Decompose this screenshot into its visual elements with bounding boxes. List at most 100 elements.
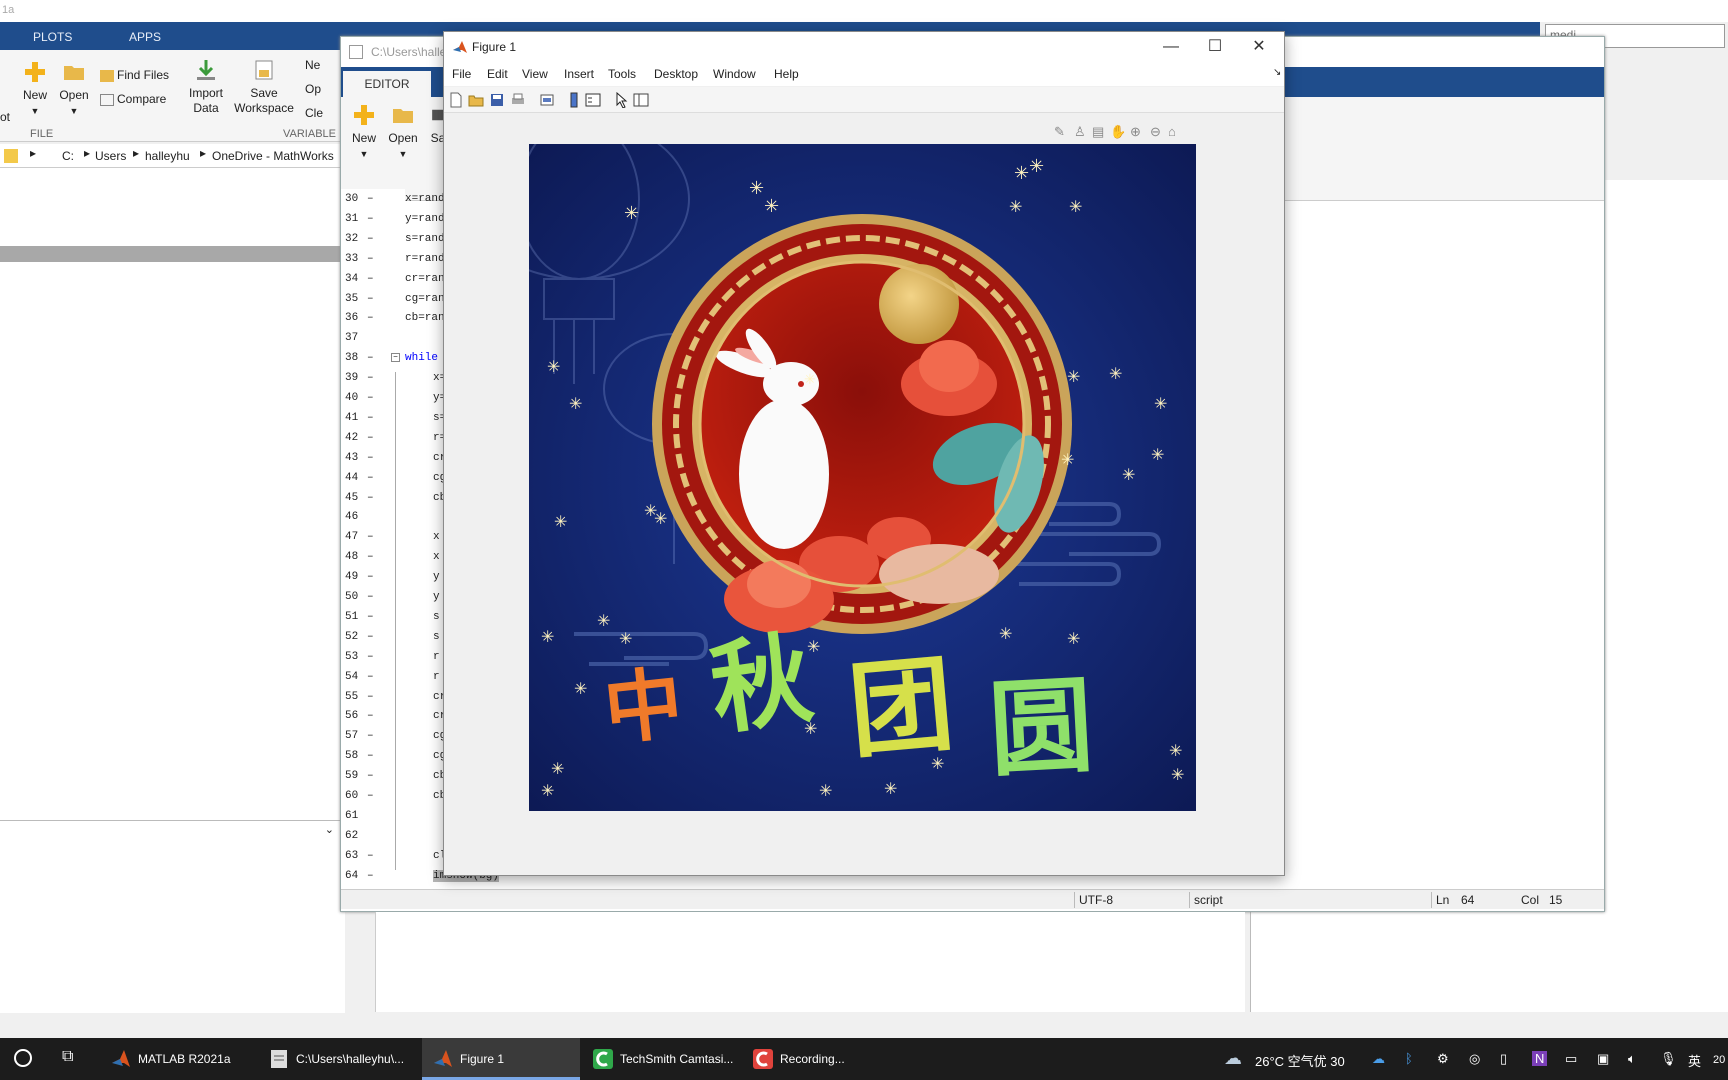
compare-button[interactable]: Compare (100, 92, 166, 107)
new-figure-icon[interactable] (448, 92, 464, 108)
taskbar-item-figure[interactable]: Figure 1 (422, 1038, 580, 1080)
breakpoint-dash[interactable]: – (367, 472, 374, 484)
open-button[interactable]: Open ▼ (56, 60, 92, 119)
tab-apps[interactable]: APPS (129, 30, 161, 44)
zoom-out-icon[interactable]: ⊖ (1150, 124, 1161, 140)
code-line[interactable]: x=rand (405, 193, 445, 205)
command-window-pane[interactable] (375, 912, 1245, 1012)
code-line[interactable]: y (433, 591, 440, 603)
editor-new-button[interactable]: New ▼ (347, 103, 381, 162)
chrome-icon[interactable]: ◎ (1469, 1051, 1480, 1067)
bluetooth-icon[interactable]: ᛒ (1405, 1051, 1413, 1066)
breakpoint-dash[interactable]: – (367, 412, 374, 424)
menu-insert[interactable]: Insert (564, 67, 594, 81)
breakpoint-dash[interactable]: – (367, 213, 374, 225)
breakpoint-dash[interactable]: – (367, 671, 374, 683)
code-line[interactable]: y=rand (405, 213, 445, 225)
path-segment[interactable]: Users (95, 149, 126, 163)
code-line[interactable]: s=rand (405, 233, 445, 245)
breakpoint-dash[interactable]: – (367, 551, 374, 563)
code-line[interactable]: r (433, 671, 440, 683)
breakpoint-dash[interactable]: – (367, 631, 374, 643)
figure-title-bar[interactable]: Figure 1 — ☐ ✕ (444, 32, 1284, 62)
close-icon[interactable]: ✕ (1244, 36, 1274, 58)
code-line[interactable]: cb=ran (405, 312, 445, 324)
breakpoint-dash[interactable]: – (367, 392, 374, 404)
data-tips-icon[interactable]: ♙ (1074, 124, 1086, 140)
zoom-in-icon[interactable]: ⊕ (1130, 124, 1141, 140)
editor-open-button[interactable]: Open ▼ (385, 103, 421, 162)
breakpoint-dash[interactable]: – (367, 352, 374, 364)
new-variable-button[interactable]: Ne (305, 58, 320, 73)
breakpoint-dash[interactable]: – (367, 531, 374, 543)
menu-desktop[interactable]: Desktop (654, 67, 698, 81)
input-language[interactable]: 英 (1688, 1051, 1701, 1070)
breakpoint-dash[interactable]: – (367, 432, 374, 444)
open-variable-button[interactable]: Op (305, 82, 321, 97)
breakpoint-dash[interactable]: – (367, 312, 374, 324)
code-line[interactable]: y (433, 571, 440, 583)
search-circle-icon[interactable] (14, 1049, 32, 1067)
breakpoint-dash[interactable]: – (367, 790, 374, 802)
onedrive-icon[interactable]: ☁ (1372, 1051, 1385, 1067)
legend-icon[interactable] (585, 92, 601, 108)
fold-toggle-icon[interactable]: − (391, 353, 400, 363)
breakpoint-dash[interactable]: – (367, 372, 374, 384)
save-workspace-button[interactable]: Save Workspace (234, 58, 294, 116)
taskbar-item-matlab[interactable]: MATLAB R2021a (100, 1038, 250, 1080)
task-view-icon[interactable]: ⧉ (62, 1048, 73, 1066)
usb-icon[interactable]: ▯ (1500, 1051, 1507, 1067)
clock-text[interactable]: 20 (1713, 1054, 1725, 1066)
code-line[interactable]: r=rand (405, 253, 445, 265)
code-line[interactable]: s (433, 631, 440, 643)
breakpoint-dash[interactable]: – (367, 850, 374, 862)
breakpoint-dash[interactable]: – (367, 651, 374, 663)
breakpoint-dash[interactable]: – (367, 293, 374, 305)
home-icon[interactable]: ⌂ (1168, 124, 1176, 139)
taskbar-item-camtasia[interactable]: TechSmith Camtasi... (582, 1038, 740, 1080)
tab-plots[interactable]: PLOTS (33, 30, 72, 44)
menu-file[interactable]: File (452, 67, 471, 81)
clear-workspace-button[interactable]: Cle (305, 106, 323, 121)
network-icon[interactable]: ▣ (1597, 1051, 1609, 1067)
breakpoint-dash[interactable]: – (367, 193, 374, 205)
code-line[interactable]: while (405, 352, 438, 364)
menu-help[interactable]: Help (774, 67, 799, 81)
breakpoint-dash[interactable]: – (367, 273, 374, 285)
folder-tray-icon[interactable]: ▭ (1565, 1051, 1577, 1067)
code-line[interactable]: cg=ran (405, 293, 445, 305)
details-pane-header[interactable]: ⌄ (0, 820, 340, 842)
save-figure-icon[interactable] (489, 92, 505, 108)
breakpoint-dash[interactable]: – (367, 691, 374, 703)
dock-arrow-icon[interactable]: ↘ (1273, 67, 1281, 78)
colorbar-icon[interactable] (566, 92, 582, 108)
breakpoint-dash[interactable]: – (367, 591, 374, 603)
microphone-icon[interactable]: 🎙︎ (1660, 1051, 1677, 1067)
breakpoint-dash[interactable]: – (367, 870, 374, 882)
volume-icon[interactable]: 🔈︎ (1628, 1051, 1636, 1067)
open-file-icon[interactable] (468, 92, 484, 108)
breakpoint-dash[interactable]: – (367, 253, 374, 265)
property-inspector-icon[interactable] (633, 92, 649, 108)
chevron-down-icon[interactable]: ⌄ (325, 823, 334, 836)
minimize-icon[interactable]: — (1156, 36, 1186, 58)
code-line[interactable]: x (433, 551, 440, 563)
path-segment[interactable]: halleyhu (145, 149, 190, 163)
link-plot-icon[interactable] (539, 92, 555, 108)
maximize-icon[interactable]: ☐ (1200, 36, 1230, 58)
tab-editor[interactable]: EDITOR (343, 71, 431, 97)
breakpoint-dash[interactable]: – (367, 571, 374, 583)
current-folder-address-bar[interactable]: ▸ C: ▸ Users ▸ halleyhu ▸ OneDrive - Mat… (0, 144, 345, 168)
breakpoint-dash[interactable]: – (367, 452, 374, 464)
breakpoint-dash[interactable]: – (367, 233, 374, 245)
breakpoint-dash[interactable]: – (367, 611, 374, 623)
export-icon[interactable]: ▤ (1092, 124, 1104, 140)
pan-hand-icon[interactable]: ✋ (1110, 124, 1126, 140)
path-segment[interactable]: C: (62, 149, 74, 163)
print-icon[interactable] (510, 92, 526, 108)
import-data-button[interactable]: Import Data (186, 58, 226, 116)
pointer-arrow-icon[interactable] (614, 92, 630, 108)
taskbar-item-editor[interactable]: C:\Users\halleyhu\... (258, 1038, 420, 1080)
breakpoint-dash[interactable]: – (367, 710, 374, 722)
onenote-icon[interactable]: N (1532, 1051, 1548, 1066)
